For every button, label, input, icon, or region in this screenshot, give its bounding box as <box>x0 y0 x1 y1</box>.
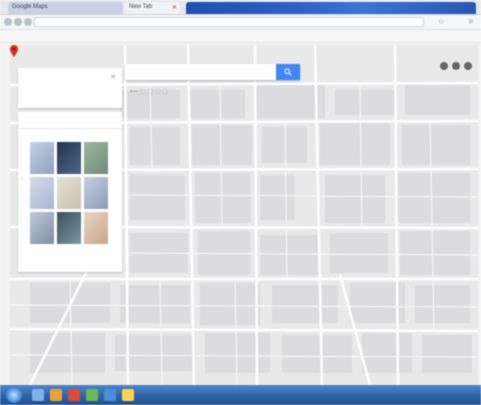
browser-icon[interactable] <box>68 389 80 401</box>
browser-tab[interactable]: New Tab ✕ <box>125 2 180 14</box>
apps-icon[interactable] <box>440 62 448 70</box>
star-icon[interactable]: ☆ <box>438 17 445 26</box>
photo-thumbnail[interactable] <box>30 212 54 244</box>
menu-icon[interactable]: ≡ <box>468 17 473 26</box>
search-icon <box>284 68 292 76</box>
directions-row[interactable]: ⟵ ⬚ ⬚ ⬚ ⬚ <box>130 88 168 95</box>
bookmarks-bar <box>0 30 481 43</box>
start-button[interactable] <box>6 387 22 403</box>
tab-label: New Tab <box>129 4 153 10</box>
taskbar <box>0 385 481 405</box>
photo-thumbnail[interactable] <box>30 142 54 174</box>
photo-grid <box>30 142 108 244</box>
close-icon[interactable]: ✕ <box>110 73 116 81</box>
photo-thumbnail[interactable] <box>84 177 108 209</box>
forward-icon[interactable] <box>14 18 22 26</box>
divider <box>18 128 122 129</box>
reload-icon[interactable] <box>24 18 32 26</box>
app-icon[interactable] <box>104 389 116 401</box>
photo-thumbnail[interactable] <box>30 177 54 209</box>
place-panel: ✕ <box>18 68 122 108</box>
browser-tab[interactable]: Google Maps <box>8 2 123 14</box>
tab-label: Google Maps <box>12 4 48 10</box>
photo-thumbnail[interactable] <box>84 142 108 174</box>
location-pin-icon[interactable] <box>10 45 18 57</box>
photo-thumbnail[interactable] <box>57 142 81 174</box>
back-icon[interactable] <box>4 18 12 26</box>
chevron-left-icon[interactable]: ‹ <box>21 177 23 183</box>
desktop: Google Maps New Tab ✕ ☆ ≡ ⟵ ⬚ ⬚ ⬚ ⬚ ✕ ‹ <box>0 0 481 405</box>
search-button[interactable] <box>276 64 300 80</box>
photos-panel: ‹ <box>18 112 122 272</box>
search-box <box>125 64 300 80</box>
address-bar[interactable] <box>34 17 424 27</box>
photo-thumbnail[interactable] <box>57 212 81 244</box>
photo-thumbnail[interactable] <box>84 212 108 244</box>
app-icon[interactable] <box>86 389 98 401</box>
close-icon[interactable]: ✕ <box>172 4 177 11</box>
browser-tab[interactable] <box>186 2 476 14</box>
browser-toolbar: ☆ ≡ <box>0 15 481 30</box>
avatar[interactable] <box>464 62 472 70</box>
notifications-icon[interactable] <box>452 62 460 70</box>
explorer-icon[interactable] <box>32 389 44 401</box>
photo-thumbnail[interactable] <box>57 177 81 209</box>
app-icon[interactable] <box>122 389 134 401</box>
search-input[interactable] <box>125 64 275 80</box>
folder-icon[interactable] <box>50 389 62 401</box>
tab-strip: Google Maps New Tab ✕ <box>0 0 481 15</box>
